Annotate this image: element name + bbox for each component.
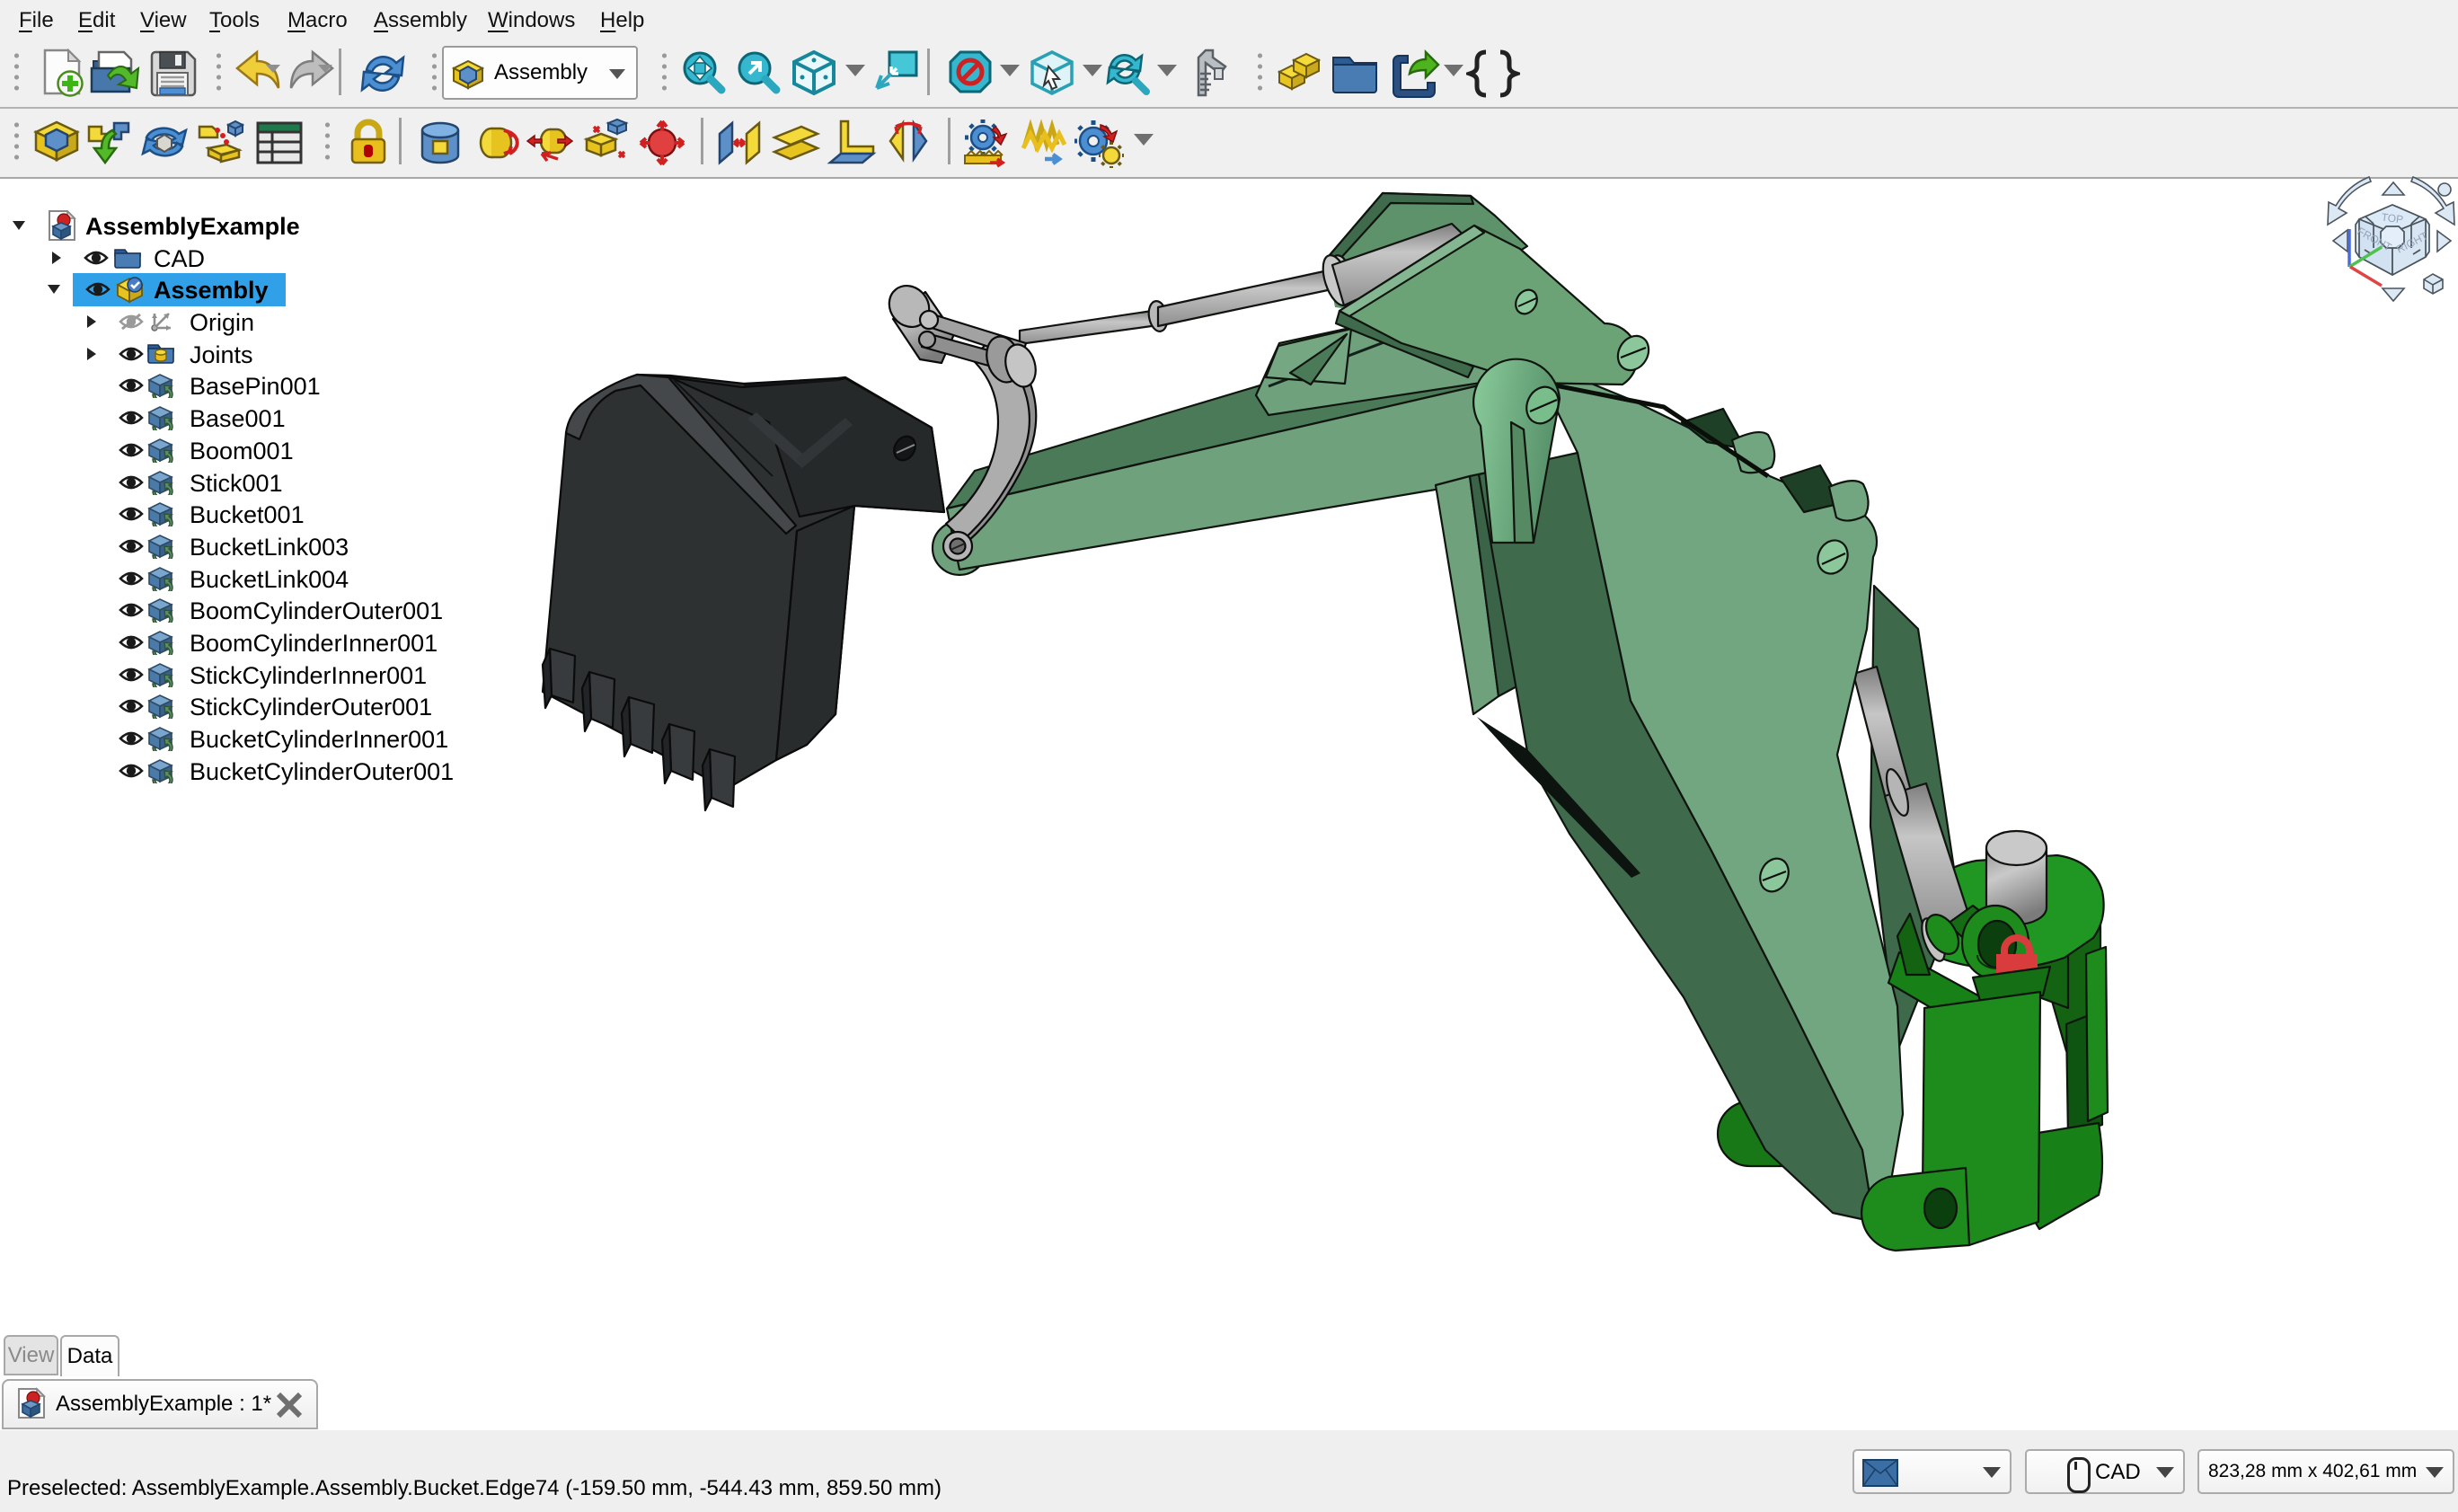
svg-text:TOP: TOP bbox=[2381, 211, 2404, 226]
